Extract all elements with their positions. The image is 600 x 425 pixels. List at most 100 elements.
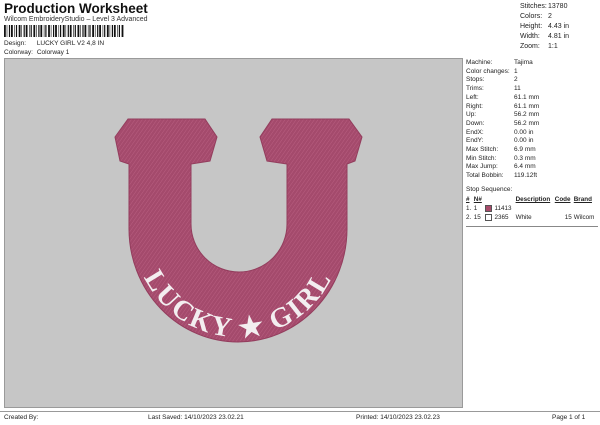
width-value: 4.81 in — [548, 33, 570, 40]
detail-row: Right: 61.1 mm — [466, 103, 598, 112]
last-saved: Last Saved: 14/10/2023 23.02.21 — [148, 414, 244, 421]
row-description: White — [515, 214, 532, 222]
stop-sequence-title: Stop Sequence: — [466, 186, 513, 193]
width-row: Width: 4.81 in — [520, 32, 569, 42]
colorway-label: Colorway: — [4, 49, 33, 56]
detail-label: Min Stitch: — [466, 154, 497, 162]
row-number: 2. — [466, 214, 472, 222]
detail-label: Total Bobbin: — [466, 172, 504, 180]
detail-value: 0.00 in — [514, 128, 534, 136]
stop-sequence-header: # N# Description Code Brand — [466, 196, 598, 204]
stitches-label: Stitches: — [520, 3, 547, 10]
row-code: 15 — [564, 214, 572, 222]
stop-sequence-table: # N# Description Code Brand 1. 1 11413 2. 15… — [466, 196, 598, 222]
detail-row: Left: 61.1 mm — [466, 94, 598, 103]
zoom-value: 1:1 — [548, 43, 558, 50]
detail-value: 2 — [514, 76, 518, 84]
detail-label: Trims: — [466, 85, 484, 93]
page-number: Page 1 of 1 — [552, 414, 586, 421]
detail-row: EndX: 0.00 in — [466, 129, 598, 138]
detail-value: 11 — [514, 85, 521, 93]
col-description: Description — [515, 196, 551, 203]
detail-row: Color changes: 1 — [466, 68, 598, 77]
detail-row: Total Bobbin: 119.12ft — [466, 172, 598, 181]
design-label: Design: — [4, 40, 27, 47]
app-subtitle: Wilcom EmbroideryStudio – Level 3 Advanc… — [4, 16, 148, 23]
detail-row: Machine: Tajima — [466, 59, 598, 68]
thread-code: 11413 — [494, 205, 512, 213]
detail-row: Trims: 11 — [466, 85, 598, 94]
divider — [466, 226, 598, 227]
stop-sequence-row: 2. 15 2365 White 15 Wilcom — [466, 213, 598, 222]
printed-date: Printed: 14/10/2023 23.02.23 — [356, 414, 440, 421]
colors-value: 2 — [548, 13, 552, 20]
row-brand — [574, 204, 598, 213]
width-label: Width: — [520, 33, 540, 40]
row-description — [516, 204, 555, 213]
thread-code: 2365 — [494, 214, 509, 222]
height-label: Height: — [520, 23, 543, 30]
detail-value: 6.9 mm — [514, 146, 536, 154]
barcode-image — [4, 25, 124, 37]
horseshoe-shape — [114, 118, 363, 343]
col-brand: Brand — [573, 196, 592, 203]
detail-value: Tajima — [514, 59, 533, 66]
detail-value: 56.2 mm — [514, 119, 540, 127]
detail-label: Max Stitch: — [466, 146, 499, 154]
design-name-row: Design: LUCKY GIRL V2 4,8 IN — [4, 40, 104, 47]
detail-row: Max Stitch: 6.9 mm — [466, 146, 598, 155]
detail-value: 61.1 mm — [514, 93, 540, 101]
swatch-box — [484, 214, 492, 222]
col-swatch — [485, 196, 516, 204]
detail-value: 0.00 in — [514, 137, 534, 145]
detail-label: Stops: — [466, 76, 485, 84]
detail-label: EndY: — [466, 137, 484, 145]
height-row: Height: 4.43 in — [520, 22, 569, 32]
summary-panel: Stitches: 13780 Colors: 2 Height: 4.43 in W… — [520, 2, 569, 52]
needle-number: 1 — [473, 205, 478, 213]
color-swatch: 11413 — [484, 204, 516, 213]
detail-row: Min Stitch: 0.3 mm — [466, 155, 598, 164]
detail-value: 6.4 mm — [514, 163, 536, 171]
zoom-label: Zoom: — [520, 43, 540, 50]
detail-label: Up: — [466, 111, 477, 119]
detail-label: Color changes: — [466, 67, 510, 75]
detail-label: Down: — [466, 119, 485, 127]
detail-value: 0.3 mm — [514, 154, 536, 162]
detail-label: Max Jump: — [466, 163, 498, 171]
detail-row: Down: 56.2 mm — [466, 120, 598, 129]
swatch-box — [484, 205, 492, 212]
horseshoe-design: LUCKY ★ GIRL — [114, 118, 363, 345]
detail-value: 56.2 mm — [514, 111, 540, 119]
color-swatch: 2365 — [484, 213, 516, 222]
footer: Created By: Last Saved: 14/10/2023 23.02… — [0, 411, 600, 425]
detail-label: Left: — [466, 93, 479, 101]
col-code: Code — [554, 196, 571, 203]
design-preview: LUCKY ★ GIRL — [4, 58, 463, 408]
detail-row: Up: 56.2 mm — [466, 111, 598, 120]
created-by: Created By: — [4, 414, 39, 421]
detail-value: 1 — [514, 67, 518, 75]
col-num: # — [466, 196, 470, 203]
detail-row: EndY: 0.00 in — [466, 137, 598, 146]
height-value: 4.43 in — [548, 23, 570, 30]
needle-number: 15 — [473, 214, 481, 222]
stop-sequence-row: 1. 1 11413 — [466, 204, 598, 213]
page-title: Production Worksheet — [4, 1, 148, 16]
colorway-row: Colorway: Colorway 1 — [4, 49, 69, 56]
detail-label: Right: — [466, 102, 483, 110]
zoom-row: Zoom: 1:1 — [520, 42, 569, 52]
machine-details: Machine: Tajima Color changes: 1 Stops: 2 Trim… — [466, 59, 598, 181]
detail-value: 61.1 mm — [514, 102, 540, 110]
detail-value: 119.12ft — [514, 172, 538, 180]
colors-label: Colors: — [520, 13, 543, 20]
row-brand: Wilcom — [573, 214, 595, 222]
colors-row: Colors: 2 — [520, 12, 569, 22]
detail-row: Max Jump: 6.4 mm — [466, 163, 598, 172]
row-code — [555, 204, 574, 213]
row-number: 1. — [466, 205, 472, 213]
detail-label: EndX: — [466, 128, 484, 136]
stitches-value: 13780 — [548, 3, 568, 10]
detail-label: Machine: — [466, 59, 493, 66]
detail-row: Stops: 2 — [466, 76, 598, 85]
